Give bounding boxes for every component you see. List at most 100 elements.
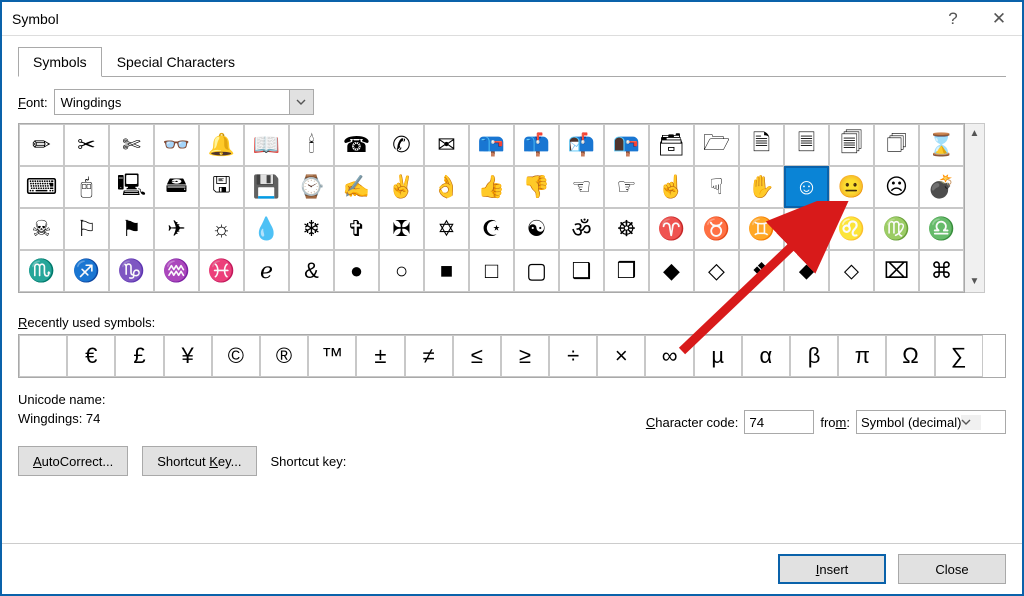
symbol-cell[interactable]: ♓ [199, 250, 244, 292]
symbol-cell[interactable]: ⌚ [289, 166, 334, 208]
symbol-cell[interactable]: ☞ [604, 166, 649, 208]
symbol-cell[interactable]: ♏ [19, 250, 64, 292]
from-select[interactable]: Symbol (decimal) [856, 410, 1006, 434]
charcode-input[interactable] [744, 410, 814, 434]
symbol-cell[interactable]: 🗃 [649, 124, 694, 166]
symbol-cell[interactable]: ♊ [739, 208, 784, 250]
symbol-cell[interactable]: 🗎 [739, 124, 784, 166]
symbol-cell[interactable]: 🔔 [199, 124, 244, 166]
recent-symbol-cell[interactable] [19, 335, 67, 377]
autocorrect-button[interactable]: AutoCorrect... [18, 446, 128, 476]
symbol-cell[interactable]: ☹ [874, 166, 919, 208]
chevron-down-icon[interactable] [961, 415, 981, 430]
symbol-cell[interactable]: ✉ [424, 124, 469, 166]
recent-symbol-cell[interactable]: β [790, 335, 838, 377]
tab-special-characters[interactable]: Special Characters [102, 47, 250, 77]
symbol-cell[interactable]: 😐 [829, 166, 874, 208]
symbol-cell[interactable]: ☟ [694, 166, 739, 208]
scrollbar[interactable]: ▲ ▼ [965, 123, 985, 293]
symbol-cell[interactable]: 🗏 [784, 124, 829, 166]
symbol-cell[interactable]: ⚑ [109, 208, 154, 250]
recent-symbol-cell[interactable]: ® [260, 335, 308, 377]
symbol-cell[interactable]: ⌛ [919, 124, 964, 166]
recent-symbol-cell[interactable]: © [212, 335, 260, 377]
symbol-cell[interactable]: ⚐ [64, 208, 109, 250]
help-button[interactable]: ? [930, 3, 976, 35]
recent-symbol-cell[interactable]: α [742, 335, 790, 377]
symbol-cell[interactable]: 🖫 [199, 166, 244, 208]
symbol-cell[interactable]: ❑ [559, 250, 604, 292]
symbol-cell[interactable]: ⌨ [19, 166, 64, 208]
symbol-cell[interactable]: ✈ [154, 208, 199, 250]
symbol-cell[interactable]: 📭 [604, 124, 649, 166]
symbol-cell[interactable]: ◇ [694, 250, 739, 292]
recent-symbol-cell[interactable]: Ω [886, 335, 934, 377]
symbol-cell[interactable]: ◆ [649, 250, 694, 292]
symbol-cell[interactable]: ❒ [604, 250, 649, 292]
scroll-down-icon[interactable]: ▼ [970, 274, 980, 290]
symbol-cell[interactable]: 🗇 [874, 124, 919, 166]
recent-grid[interactable]: €£¥©®™±≠≤≥÷×∞µαβπΩ∑ [18, 334, 1006, 378]
symbol-cell[interactable]: 👌 [424, 166, 469, 208]
symbol-cell[interactable]: 🖰 [64, 166, 109, 208]
chevron-down-icon[interactable] [289, 90, 313, 114]
symbol-cell[interactable]: ✏ [19, 124, 64, 166]
symbol-cell[interactable]: 💣 [919, 166, 964, 208]
symbol-cell[interactable]: ✄ [109, 124, 154, 166]
symbol-cell[interactable]: 👍 [469, 166, 514, 208]
shortcut-key-button[interactable]: Shortcut Key... [142, 446, 256, 476]
symbol-cell[interactable]: ☠ [19, 208, 64, 250]
recent-symbol-cell[interactable]: ÷ [549, 335, 597, 377]
symbol-cell[interactable]: ⬦ [829, 250, 874, 292]
symbol-cell[interactable]: ✆ [379, 124, 424, 166]
symbol-cell[interactable]: ☜ [559, 166, 604, 208]
symbol-cell[interactable]: ☸ [604, 208, 649, 250]
symbol-cell[interactable]: 🗁 [694, 124, 739, 166]
symbol-cell[interactable]: 🕯 [289, 124, 334, 166]
symbol-cell[interactable]: ○ [379, 250, 424, 292]
recent-symbol-cell[interactable]: ± [356, 335, 404, 377]
close-icon[interactable]: ✕ [976, 3, 1022, 35]
recent-symbol-cell[interactable]: ≤ [453, 335, 501, 377]
recent-symbol-cell[interactable]: ∑ [935, 335, 983, 377]
symbol-cell[interactable]: □ [469, 250, 514, 292]
symbol-cell[interactable]: ⌘ [919, 250, 964, 292]
symbol-cell[interactable]: ♎ [919, 208, 964, 250]
symbol-cell[interactable]: ⌧ [874, 250, 919, 292]
recent-symbol-cell[interactable]: π [838, 335, 886, 377]
insert-button[interactable]: Insert [778, 554, 886, 584]
symbol-cell[interactable]: 💧 [244, 208, 289, 250]
symbol-cell[interactable]: ⬥ [784, 250, 829, 292]
close-button[interactable]: Close [898, 554, 1006, 584]
symbol-cell[interactable]: ♌ [829, 208, 874, 250]
recent-symbol-cell[interactable]: × [597, 335, 645, 377]
symbol-cell[interactable]: 📬 [559, 124, 604, 166]
symbol-cell[interactable]: ♋ [784, 208, 829, 250]
symbol-cell[interactable]: 📪 [469, 124, 514, 166]
symbol-cell[interactable]: ✡ [424, 208, 469, 250]
recent-symbol-cell[interactable]: ™ [308, 335, 356, 377]
symbol-cell[interactable]: ♉ [694, 208, 739, 250]
symbol-cell[interactable]: ♈ [649, 208, 694, 250]
symbol-cell[interactable]: ▢ [514, 250, 559, 292]
symbol-cell[interactable]: 🗐 [829, 124, 874, 166]
symbol-cell[interactable]: ✠ [379, 208, 424, 250]
symbol-grid[interactable]: ✏✂✄👓🔔📖🕯☎✆✉📪📫📬📭🗃🗁🗎🗏🗐🗇⌛⌨🖰🖳🖴🖫💾⌚✍✌👌👍👎☜☞☝☟✋☺😐… [18, 123, 965, 293]
symbol-cell[interactable]: ✌ [379, 166, 424, 208]
symbol-cell[interactable]: ✞ [334, 208, 379, 250]
symbol-cell[interactable]: ☼ [199, 208, 244, 250]
recent-symbol-cell[interactable]: µ [694, 335, 742, 377]
symbol-cell[interactable]: ♑ [109, 250, 154, 292]
symbol-cell[interactable]: ❄ [289, 208, 334, 250]
recent-symbol-cell[interactable]: ≥ [501, 335, 549, 377]
scroll-up-icon[interactable]: ▲ [970, 126, 980, 142]
symbol-cell[interactable]: 👎 [514, 166, 559, 208]
recent-symbol-cell[interactable]: ≠ [405, 335, 453, 377]
symbol-cell[interactable]: ☪ [469, 208, 514, 250]
symbol-cell[interactable]: ℯ [244, 250, 289, 292]
symbol-cell[interactable]: & [289, 250, 334, 292]
symbol-cell[interactable]: ■ [424, 250, 469, 292]
symbol-cell[interactable]: 👓 [154, 124, 199, 166]
symbol-cell[interactable]: ☝ [649, 166, 694, 208]
symbol-cell[interactable]: ✍ [334, 166, 379, 208]
